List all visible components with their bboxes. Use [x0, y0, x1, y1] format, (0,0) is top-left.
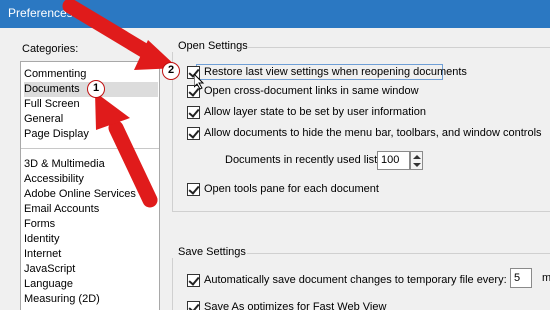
mouse-cursor-icon [194, 74, 205, 90]
fast-web-view-label: Save As optimizes for Fast Web View [204, 301, 387, 310]
auto-save-checkbox[interactable] [187, 273, 200, 287]
spin-down-icon[interactable] [413, 163, 421, 167]
categories-list[interactable]: Commenting Documents Full Screen General… [20, 61, 160, 310]
save-settings-border-left [172, 258, 173, 310]
title-bar: Preferences [0, 0, 550, 28]
restore-last-view-row[interactable]: Restore last view settings when reopenin… [187, 65, 467, 79]
auto-save-label: Automatically save document changes to t… [204, 274, 507, 286]
category-separator [21, 148, 159, 149]
category-email-accounts[interactable]: Email Accounts [24, 202, 99, 217]
restore-last-view-label: Restore last view settings when reopenin… [204, 66, 467, 78]
window-title: Preferences [8, 6, 73, 20]
save-settings-divider [247, 253, 550, 254]
auto-save-minutes-input[interactable]: 5 [510, 268, 532, 288]
categories-label: Categories: [22, 43, 79, 55]
category-language[interactable]: Language [24, 277, 73, 292]
hide-menu-bar-row[interactable]: Allow documents to hide the menu bar, to… [187, 126, 542, 140]
category-accessibility[interactable]: Accessibility [24, 172, 84, 187]
open-settings-label: Open Settings [178, 40, 248, 52]
tools-pane-checkbox[interactable] [187, 182, 200, 196]
hide-menu-bar-label: Allow documents to hide the menu bar, to… [204, 127, 542, 139]
tools-pane-label: Open tools pane for each document [204, 183, 379, 195]
category-3d-multimedia[interactable]: 3D & Multimedia [24, 157, 105, 172]
category-javascript[interactable]: JavaScript [24, 262, 75, 277]
minutes-unit-label: m [542, 272, 550, 284]
recent-docs-label: Documents in recently used list: [225, 154, 381, 166]
cross-document-links-label: Open cross-document links in same window [204, 85, 419, 97]
layer-state-row[interactable]: Allow layer state to be set by user info… [187, 105, 426, 119]
tools-pane-row[interactable]: Open tools pane for each document [187, 182, 379, 196]
callout-1-icon: 1 [87, 80, 105, 98]
category-commenting[interactable]: Commenting [24, 67, 86, 82]
fast-web-view-checkbox[interactable] [187, 300, 200, 310]
category-measuring-2d[interactable]: Measuring (2D) [24, 292, 100, 307]
cross-document-links-row[interactable]: Open cross-document links in same window [187, 84, 419, 98]
layer-state-checkbox[interactable] [187, 105, 200, 119]
category-forms[interactable]: Forms [24, 217, 55, 232]
category-internet[interactable]: Internet [24, 247, 61, 262]
category-general[interactable]: General [24, 112, 63, 127]
open-settings-divider [247, 47, 550, 48]
category-adobe-online-services[interactable]: Adobe Online Services [24, 187, 136, 202]
recent-docs-spinner[interactable] [410, 151, 423, 170]
callout-2-icon: 2 [162, 62, 180, 80]
layer-state-label: Allow layer state to be set by user info… [204, 106, 426, 118]
category-page-display[interactable]: Page Display [24, 127, 89, 142]
save-settings-label: Save Settings [178, 246, 246, 258]
hide-menu-bar-checkbox[interactable] [187, 126, 200, 140]
spin-up-icon[interactable] [413, 155, 421, 159]
recent-docs-input[interactable]: 100 [377, 151, 410, 170]
auto-save-row[interactable]: Automatically save document changes to t… [187, 273, 507, 287]
category-identity[interactable]: Identity [24, 232, 59, 247]
fast-web-view-row[interactable]: Save As optimizes for Fast Web View [187, 300, 386, 310]
category-full-screen[interactable]: Full Screen [24, 97, 80, 112]
open-settings-border-bottom [172, 211, 550, 212]
